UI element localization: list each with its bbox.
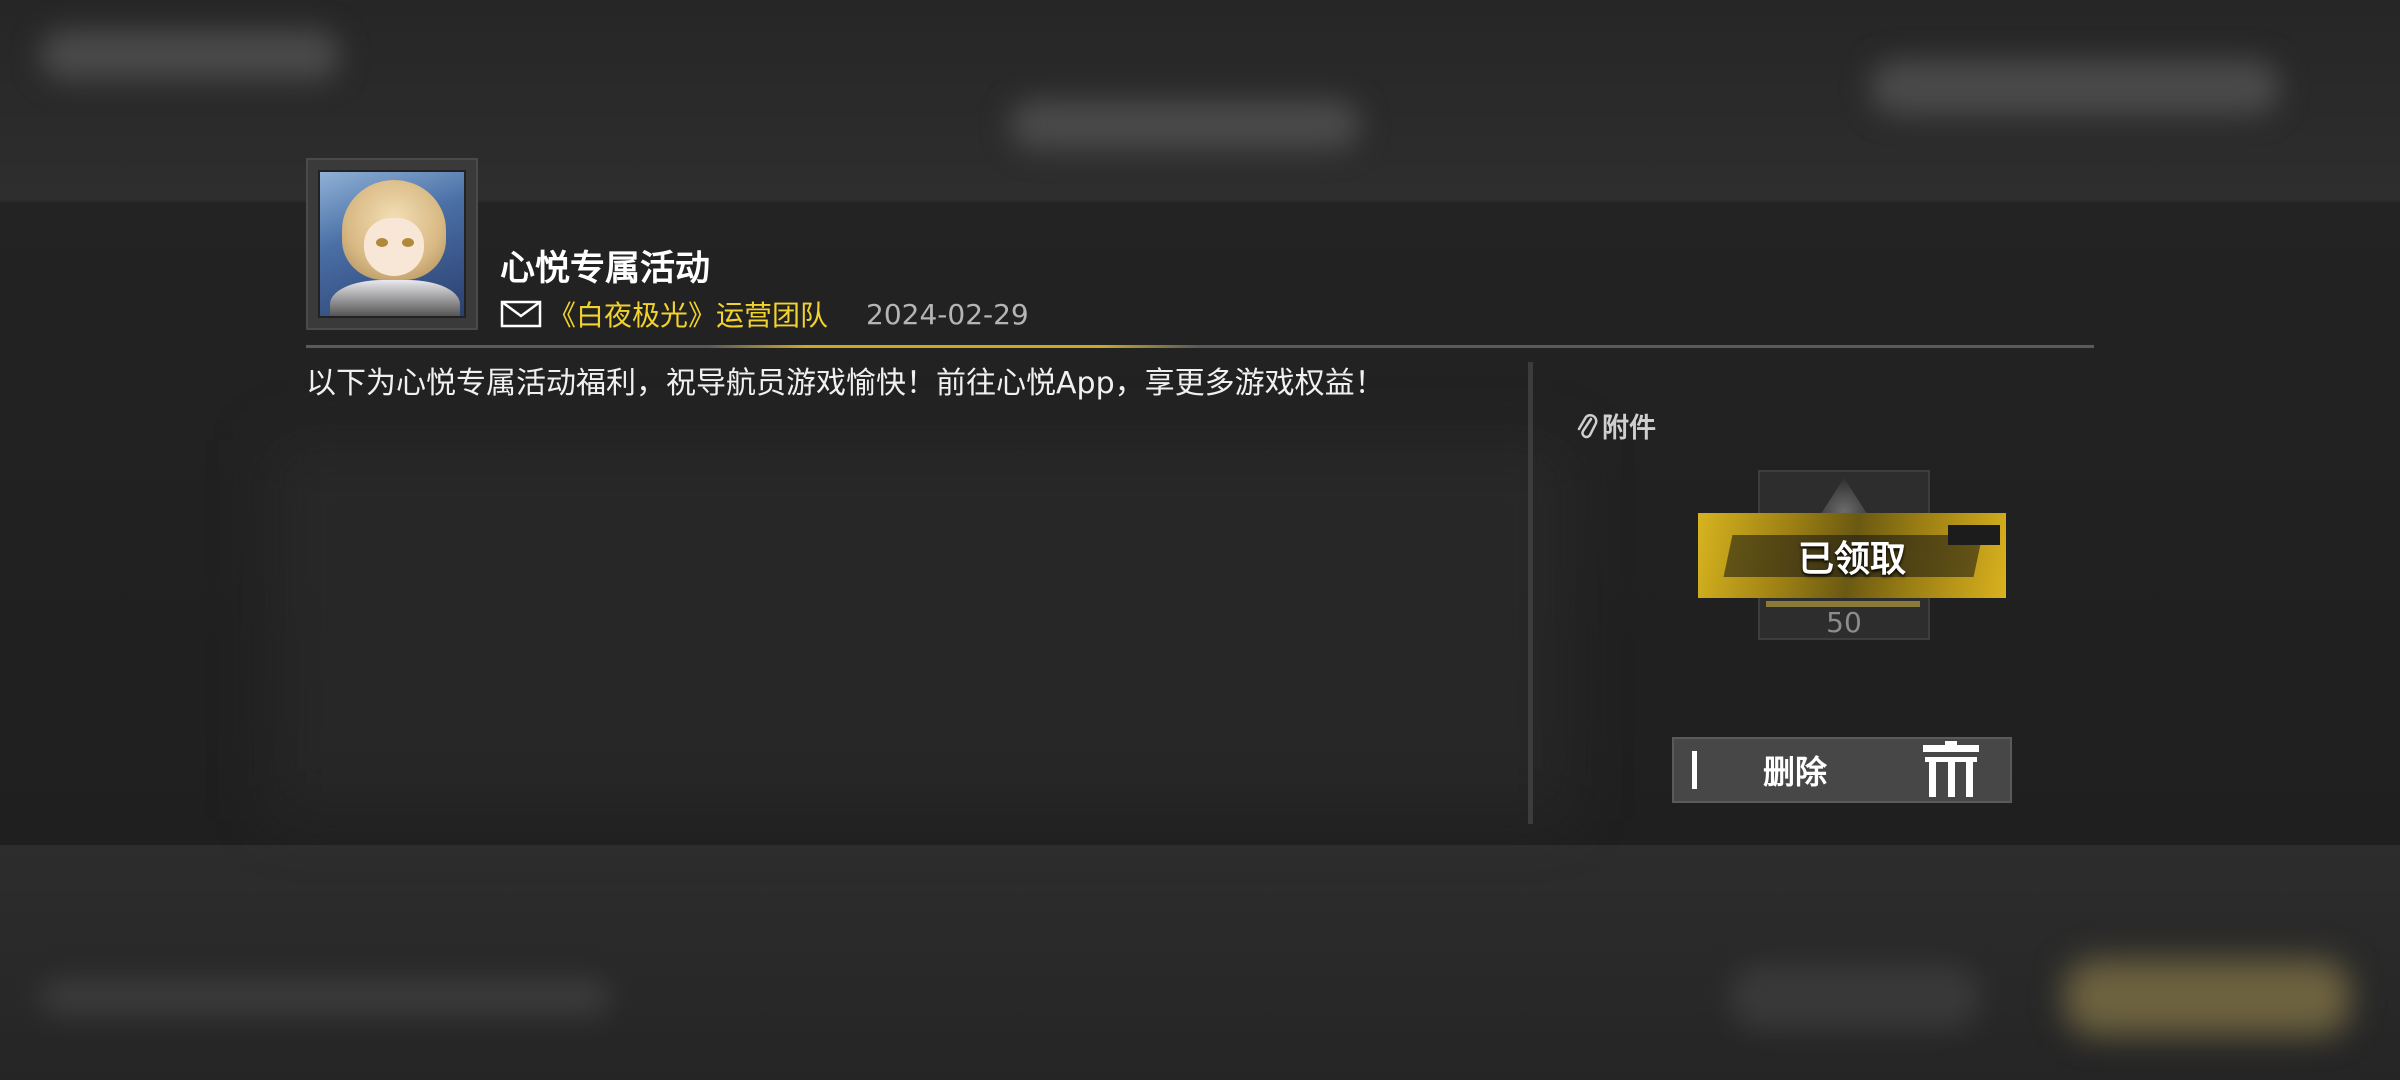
content-shadow xyxy=(270,440,1570,820)
claimed-label: 已领取 xyxy=(1797,538,1906,580)
attachments-header: 附件 xyxy=(1576,406,1656,445)
avatar-face xyxy=(364,218,424,276)
background-blur xyxy=(40,30,340,80)
background-blur xyxy=(40,980,610,1015)
background-blur xyxy=(1730,965,1980,1030)
item-count: 50 xyxy=(1826,606,1862,639)
mail-date: 2024-02-29 xyxy=(866,297,1029,331)
background-footer xyxy=(0,845,2400,1080)
claimed-stamp: 已领取 xyxy=(1698,513,2006,598)
delete-button[interactable]: 删除 xyxy=(1672,737,2012,803)
button-accent-bar xyxy=(1692,751,1697,789)
mail-icon xyxy=(500,300,542,328)
background-blur xyxy=(2065,960,2350,1035)
header-divider xyxy=(306,345,2094,348)
delete-label: 删除 xyxy=(1763,753,1828,791)
avatar-body xyxy=(330,280,460,316)
attachment-separator xyxy=(1528,362,1533,824)
header-divider-accent xyxy=(708,345,1198,348)
sender-avatar-frame xyxy=(306,158,478,330)
mail-body: 以下为心悦专属活动福利，祝导航员游戏愉快！前往心悦App，享更多游戏权益！ xyxy=(306,366,1385,401)
mail-sender: 《白夜极光》运营团队 xyxy=(548,299,829,332)
background-blur xyxy=(1870,60,2280,115)
avatar-eye xyxy=(376,238,388,247)
avatar-eye xyxy=(402,238,414,247)
mail-title: 心悦专属活动 xyxy=(500,249,711,289)
attachments-label: 附件 xyxy=(1602,413,1656,444)
paperclip-icon xyxy=(1577,413,1598,438)
mail-meta: 《白夜极光》运营团队 2024-02-29 xyxy=(500,296,1029,332)
background-blur xyxy=(1010,100,1360,150)
trash-icon xyxy=(1923,741,1979,797)
avatar xyxy=(318,170,466,318)
